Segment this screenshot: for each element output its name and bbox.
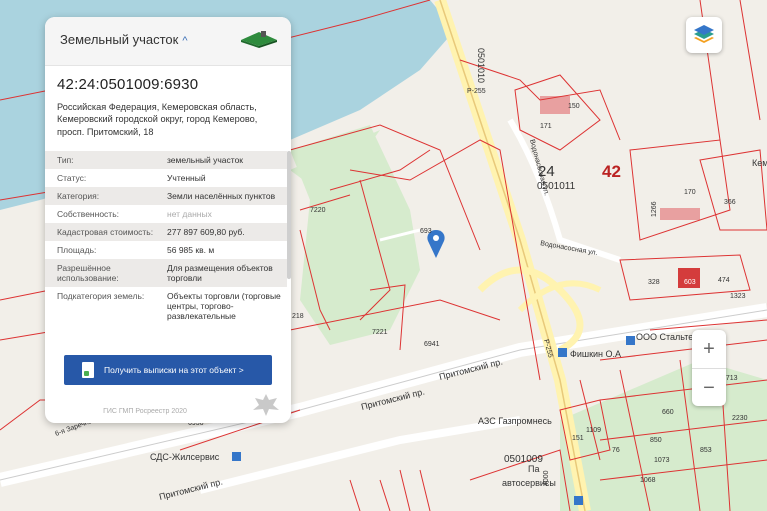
attr-key: Категория:	[57, 191, 100, 201]
map-label: 218	[292, 313, 304, 320]
poi-label[interactable]: СДС-Жилсервис	[150, 452, 220, 462]
zoom-out-button[interactable]: −	[692, 369, 726, 407]
attr-row-status: Статус: Учтенный	[45, 169, 287, 187]
zoom-control: + −	[692, 330, 726, 406]
attr-row-permitted-use: Разрешённое использование: Для размещения…	[45, 259, 287, 287]
map-label: 0501010	[476, 48, 486, 83]
panel-footer: ГИС ГМП Росреестр 2020	[103, 408, 187, 415]
attr-row-area: Площадь: 56 985 кв. м	[45, 241, 287, 259]
parcel-info-panel: Земельный участок ^ 42:24:0501009:6930 Ро…	[45, 17, 291, 423]
attr-key: Подкатегория земель:	[57, 291, 145, 301]
map-label: 2230	[732, 415, 748, 422]
poi-label[interactable]: автосервисы	[502, 478, 556, 488]
map-label: 693	[420, 228, 432, 235]
map-label: 7221	[372, 329, 388, 336]
panel-title[interactable]: Земельный участок ^	[60, 32, 187, 47]
attr-row-category: Категория: Земли населённых пунктов	[45, 187, 287, 205]
attr-key: Кадастровая стоимость:	[57, 227, 154, 237]
map-label: 474	[718, 277, 730, 284]
road-label: Р-255	[467, 88, 486, 95]
map-label: 150	[568, 103, 580, 110]
map-label: 171	[540, 123, 552, 130]
map-label: 603	[684, 279, 696, 286]
map-label: 850	[650, 437, 662, 444]
attr-key: Площадь:	[57, 245, 97, 255]
building	[660, 208, 700, 220]
map-label: 6941	[424, 341, 440, 348]
map-label: 76	[612, 447, 620, 454]
attr-row-ownership: Собственность: нет данных	[45, 205, 287, 223]
map-label: 1109	[586, 427, 601, 434]
panel-title-text: Земельный участок	[60, 32, 179, 47]
attr-key: Разрешённое использование:	[57, 263, 119, 283]
get-extracts-button[interactable]: Получить выписки на этот объект >	[64, 355, 272, 385]
map-label: 1323	[730, 293, 746, 300]
layers-button[interactable]	[686, 17, 722, 53]
poi-label[interactable]: АЗС Газпромнесь	[478, 416, 552, 426]
poi-marker-icon[interactable]	[574, 496, 583, 505]
building	[540, 96, 570, 114]
map-label: 853	[700, 447, 712, 454]
poi-label[interactable]: ООО Стальте	[636, 332, 693, 342]
attr-row-cadastral-value: Кадастровая стоимость: 277 897 609,80 руб…	[45, 223, 287, 241]
map-label: 1073	[654, 457, 670, 464]
parcel-attributes-table: Тип: земельный участок Статус: Учтенный Ка…	[45, 151, 287, 325]
map-label: 660	[662, 409, 674, 416]
document-icon	[82, 362, 94, 378]
attr-value: 277 897 609,80 руб.	[167, 227, 245, 237]
attr-key: Тип:	[57, 155, 74, 165]
cadastral-number: 42:24:0501009:6930	[57, 76, 199, 93]
layers-icon	[694, 25, 714, 43]
attr-value: Для размещения объектов торговли	[167, 263, 273, 283]
attr-value: 56 985 кв. м	[167, 245, 215, 255]
map-label: 42	[602, 162, 621, 181]
attr-key: Собственность:	[57, 209, 119, 219]
poi-marker-icon[interactable]	[558, 348, 567, 357]
get-extracts-button-label: Получить выписки на этот объект >	[104, 365, 244, 375]
poi-label[interactable]: Кем	[752, 158, 767, 168]
land-parcel-icon	[241, 31, 277, 48]
attr-value: нет данных	[167, 209, 212, 219]
map-label: 366	[724, 199, 736, 206]
panel-header[interactable]: Земельный участок ^	[45, 17, 291, 66]
attr-row-type: Тип: земельный участок	[45, 151, 287, 169]
poi-marker-icon[interactable]	[232, 452, 241, 461]
poi-label[interactable]: Па	[528, 464, 539, 474]
zoom-in-button[interactable]: +	[692, 330, 726, 369]
attr-value: Учтенный	[167, 173, 206, 183]
map-label: 328	[648, 279, 660, 286]
map-label: 170	[684, 189, 696, 196]
attr-value: Объекты торговли (торговые центры, торго…	[167, 291, 281, 321]
attr-key: Статус:	[57, 173, 87, 183]
map-label: 151	[572, 435, 584, 442]
attr-value: земельный участок	[167, 155, 244, 165]
chevron-up-icon[interactable]: ^	[182, 35, 187, 47]
poi-marker-icon[interactable]	[626, 336, 635, 345]
map-label: 7220	[310, 207, 326, 214]
panel-scrollbar[interactable]	[287, 151, 291, 279]
poi-label[interactable]: Фишкин О.А	[570, 349, 621, 359]
map-label: 1266	[651, 201, 658, 217]
parcel-address: Российская Федерация, Кемеровская област…	[57, 102, 258, 137]
attr-row-subcategory: Подкатегория земель: Объекты торговли (то…	[45, 287, 287, 325]
coat-of-arms-icon	[253, 394, 279, 416]
attr-value: Земли населённых пунктов	[167, 191, 276, 201]
map-label: 1068	[640, 477, 656, 484]
